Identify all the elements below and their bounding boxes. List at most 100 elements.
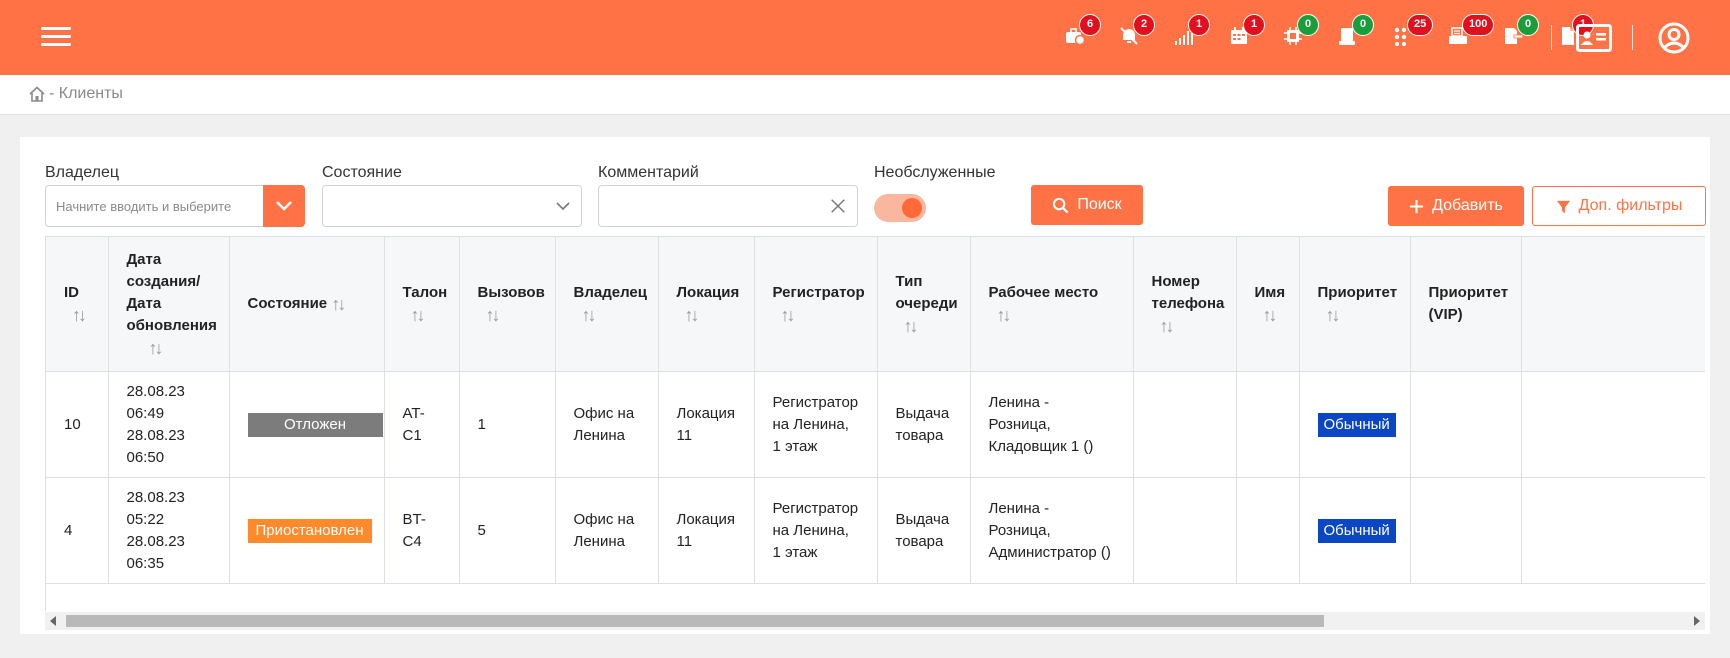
owner-input[interactable]: Начните вводить и выберите <box>45 185 265 227</box>
search-button[interactable]: Поиск <box>1031 185 1143 225</box>
chip-icon[interactable]: 0 <box>1283 14 1319 48</box>
status-badge: Приостановлен <box>247 518 372 543</box>
add-button[interactable]: Добавить <box>1388 186 1524 226</box>
scrollbar-thumb[interactable] <box>66 615 1324 627</box>
column-header-queue-type[interactable]: Тип очереди ↑↓ <box>877 236 971 372</box>
more-filters-button[interactable]: Доп. фильтры <box>1532 186 1706 226</box>
cell-date: 28.08.23 05:22 28.08.23 06:35 <box>108 477 230 584</box>
clear-icon[interactable] <box>829 197 847 215</box>
menu-icon[interactable] <box>38 22 74 52</box>
state-select[interactable] <box>322 185 582 227</box>
table-row[interactable]: 4 28.08.23 05:22 28.08.23 06:35 Приостан… <box>46 477 1705 584</box>
sort-icon[interactable]: ↑↓ <box>1255 304 1281 326</box>
table-row[interactable]: 10 28.08.23 06:49 28.08.23 06:50 Отложен… <box>46 371 1705 478</box>
cell-extra <box>1521 371 1705 478</box>
cell-registrar: Регистратор на Ленина, 1 этаж <box>754 477 878 584</box>
doc-export-icon[interactable]: 0 <box>1503 14 1539 48</box>
cell-priority: Обычный <box>1299 477 1411 584</box>
comment-input[interactable] <box>598 185 858 227</box>
sort-icon[interactable]: ↑↓ <box>677 304 736 326</box>
column-header-location[interactable]: Локация ↑↓ <box>658 236 755 372</box>
column-header-workplace[interactable]: Рабочее место ↑↓ <box>970 236 1134 372</box>
notification-badge: 100 <box>1462 14 1495 36</box>
terminal-icon[interactable]: 0 <box>1338 14 1374 48</box>
sort-icon[interactable]: ↑↓ <box>989 304 1115 326</box>
notification-badge: 1 <box>1243 14 1265 36</box>
cell-priority-vip <box>1410 371 1522 478</box>
sort-icon[interactable]: ↑↓ <box>773 304 859 326</box>
cell-name <box>1236 477 1300 584</box>
sort-icon[interactable]: ↑↓ <box>127 337 211 359</box>
cell-phone <box>1133 477 1237 584</box>
grid-dots-icon[interactable]: 25 <box>1393 14 1434 48</box>
scroll-right-icon[interactable] <box>1694 616 1700 626</box>
plus-icon <box>1410 199 1424 213</box>
unserved-toggle[interactable] <box>874 194 926 222</box>
bell-off-icon[interactable]: 2 <box>1119 14 1155 48</box>
notification-badge: 2 <box>1133 14 1155 36</box>
search-icon <box>1053 197 1069 213</box>
cell-name <box>1236 371 1300 478</box>
sort-icon[interactable]: ↑↓ <box>1152 315 1218 337</box>
cell-ticket: AT-C1 <box>384 371 460 478</box>
sort-icon[interactable]: ↑↓ <box>64 304 90 326</box>
more-filters-button-label: Доп. фильтры <box>1578 197 1683 214</box>
user-account-icon[interactable] <box>1658 22 1690 54</box>
cell-date: 28.08.23 06:49 28.08.23 06:50 <box>108 371 230 478</box>
sort-icon[interactable]: ↑↓ <box>1318 304 1392 326</box>
column-header-phone[interactable]: Номер телефона ↑↓ <box>1133 236 1237 372</box>
calendar-icon[interactable]: 1 <box>1229 14 1265 48</box>
priority-badge: Обычный <box>1317 518 1396 543</box>
column-header-priority[interactable]: Приоритет ↑↓ <box>1299 236 1411 372</box>
id-card-icon[interactable] <box>1576 24 1612 52</box>
sort-icon[interactable]: ↑↓ <box>896 315 952 337</box>
cell-ticket: BT-C4 <box>384 477 460 584</box>
scroll-left-icon[interactable] <box>50 616 56 626</box>
cell-calls: 1 <box>459 371 556 478</box>
horizontal-scrollbar[interactable] <box>45 612 1705 630</box>
notification-badge: 0 <box>1517 14 1539 36</box>
signal-bars-icon[interactable]: 1 <box>1174 14 1210 48</box>
breadcrumb: - Клиенты <box>0 75 1730 115</box>
briefcase-clock-icon[interactable]: 6 <box>1065 14 1101 48</box>
cell-queue-type: Выдача товара <box>877 371 971 478</box>
column-header-registrar[interactable]: Регистратор ↑↓ <box>754 236 878 372</box>
table-header-row: ID ↑↓ Дата создания/ Дата обновления ↑↓ Со… <box>46 236 1705 372</box>
home-icon[interactable] <box>28 85 46 103</box>
owner-dropdown-button[interactable] <box>263 185 305 227</box>
cell-queue-type: Выдача товара <box>877 477 971 584</box>
cell-registrar: Регистратор на Ленина, 1 этаж <box>754 371 878 478</box>
column-header-id[interactable]: ID ↑↓ <box>46 236 109 372</box>
sort-icon[interactable]: ↑↓ <box>478 304 537 326</box>
notification-badge: 6 <box>1079 14 1101 36</box>
cell-workplace: Ленина - Розница, Администратор () <box>970 477 1134 584</box>
cell-location: Локация 11 <box>658 477 755 584</box>
sort-icon[interactable]: ↑↓ <box>403 304 441 326</box>
sort-icon[interactable]: ↑↓ <box>574 304 640 326</box>
clients-panel: Владелец Начните вводить и выберите Сост… <box>20 137 1710 634</box>
filter-icon <box>1556 200 1570 213</box>
divider <box>1551 25 1552 50</box>
cell-calls: 5 <box>459 477 556 584</box>
column-header-owner[interactable]: Владелец ↑↓ <box>555 236 659 372</box>
column-header-date[interactable]: Дата создания/ Дата обновления ↑↓ <box>108 236 230 372</box>
chevron-down-icon <box>276 201 292 211</box>
column-header-ticket[interactable]: Талон ↑↓ <box>384 236 460 372</box>
owner-label: Владелец <box>45 164 120 181</box>
sort-icon[interactable]: ↑↓ <box>331 293 346 315</box>
column-header-name[interactable]: Имя ↑↓ <box>1236 236 1300 372</box>
column-header-state[interactable]: Состояние ↑↓ <box>229 236 385 372</box>
notification-badge: 25 <box>1407 14 1434 36</box>
cell-id: 10 <box>46 371 109 478</box>
column-header-priority-vip[interactable]: Приоритет (VIP) <box>1410 236 1522 372</box>
status-badge: Отложен <box>247 412 383 437</box>
cell-extra <box>1521 477 1705 584</box>
printer-icon[interactable]: 100 <box>1448 14 1495 48</box>
cell-id: 4 <box>46 477 109 584</box>
cell-owner: Офис на Ленина <box>555 477 659 584</box>
priority-badge: Обычный <box>1317 412 1396 437</box>
cell-owner: Офис на Ленина <box>555 371 659 478</box>
column-header-calls[interactable]: Вызовов ↑↓ <box>459 236 556 372</box>
state-label: Состояние <box>322 164 402 181</box>
notification-badge: 0 <box>1297 14 1319 36</box>
